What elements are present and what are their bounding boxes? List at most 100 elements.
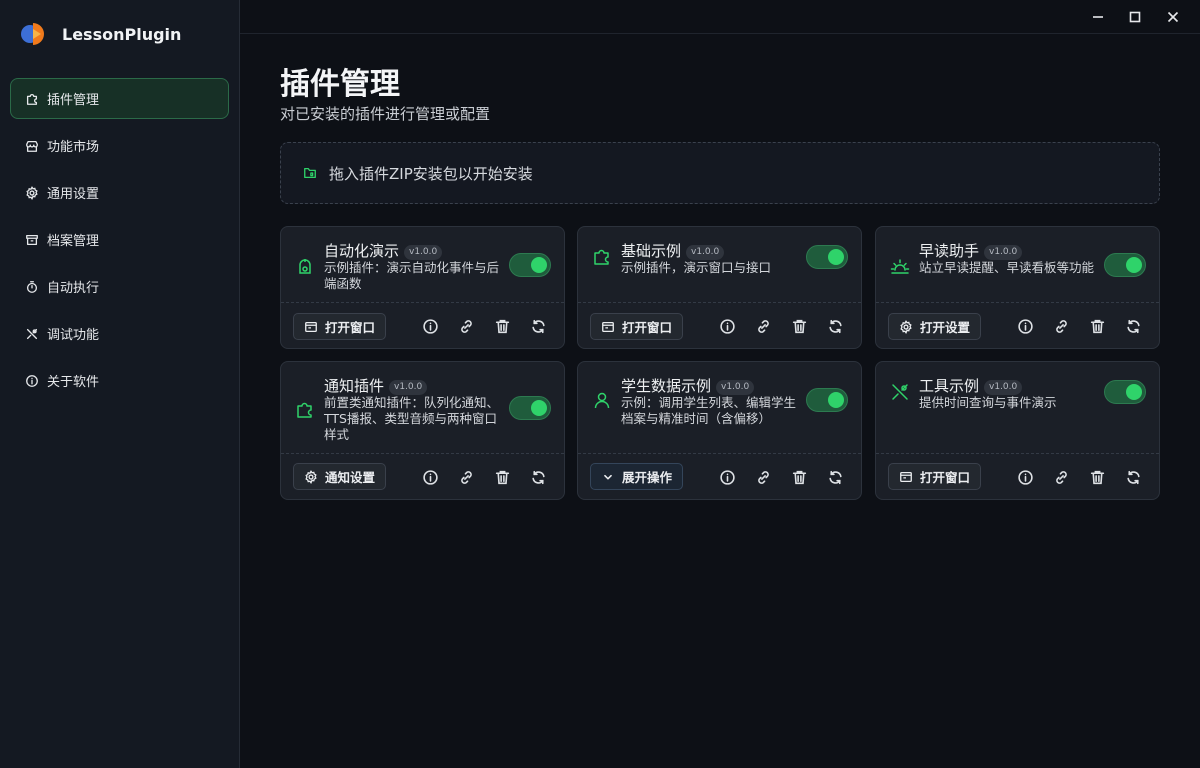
gear-icon	[305, 469, 317, 484]
refresh-icon[interactable]	[826, 317, 844, 335]
plugin-enable-toggle[interactable]	[806, 388, 848, 412]
close-button[interactable]	[1158, 4, 1188, 30]
sidebar-item-settings[interactable]: 通用设置	[10, 172, 229, 213]
trash-icon[interactable]	[493, 468, 511, 486]
open-window-button[interactable]: 打开窗口	[590, 313, 684, 340]
page-title: 插件管理	[280, 67, 400, 102]
page-subtitle: 对已安装的插件进行管理或配置	[280, 105, 491, 123]
minimize-icon	[1093, 16, 1103, 18]
trash-icon[interactable]	[1088, 468, 1106, 486]
sidebar-item-label: 功能市场	[47, 140, 100, 155]
plugin-name: 工具示例	[919, 377, 980, 395]
plugin-description: 提供时间查询与事件演示	[919, 395, 1057, 410]
plugin-name: 自动化演示	[324, 242, 400, 260]
plugin-card: 基础示例 v1.0.0 示例插件，演示窗口与接口 打开窗口	[577, 226, 862, 349]
info-icon	[25, 374, 39, 388]
open-settings-button[interactable]: 打开设置	[888, 313, 982, 340]
open-window-button[interactable]: 打开窗口	[293, 313, 387, 340]
sidebar: LessonPlugin 插件管理 功能市场 通用设置 档案管理 自动执行 调试…	[0, 0, 240, 768]
window-icon	[305, 321, 317, 332]
link-icon[interactable]	[754, 468, 772, 486]
app-logo-icon	[20, 21, 48, 47]
plugin-description: 站立早读提醒、早读看板等功能	[919, 260, 1095, 275]
sidebar-item-label: 调试功能	[47, 328, 100, 343]
sidebar-item-debug[interactable]: 调试功能	[10, 313, 229, 354]
window-icon	[900, 471, 912, 482]
plugin-card: 工具示例 v1.0.0 提供时间查询与事件演示 打开窗口	[875, 361, 1160, 500]
version-badge: v1.0.0	[716, 380, 755, 395]
gear-icon	[25, 185, 39, 200]
plugin-card: 学生数据示例 v1.0.0 示例：调用学生列表、编辑学生档案与精准时间（含偏移） …	[577, 361, 862, 500]
info-icon[interactable]	[1016, 317, 1034, 335]
maximize-button[interactable]	[1120, 4, 1150, 30]
sidebar-item-label: 档案管理	[47, 234, 100, 249]
plugin-name: 学生数据示例	[621, 377, 712, 395]
plugin-enable-toggle[interactable]	[509, 396, 551, 420]
info-icon[interactable]	[421, 468, 439, 486]
plugin-card: 早读助手 v1.0.0 站立早读提醒、早读看板等功能 打开设置	[875, 226, 1160, 349]
link-icon[interactable]	[1052, 468, 1070, 486]
dropzone-text: 拖入插件ZIP安装包以开始安装	[329, 164, 533, 183]
expand-actions-button[interactable]: 展开操作	[590, 463, 684, 490]
plugin-enable-toggle[interactable]	[806, 245, 848, 269]
minimize-button[interactable]	[1083, 4, 1113, 30]
version-badge: v1.0.0	[686, 245, 725, 260]
refresh-icon[interactable]	[826, 468, 844, 486]
plugin-enable-toggle[interactable]	[1104, 380, 1146, 404]
user-icon	[592, 390, 612, 410]
folder-zip-icon	[304, 167, 316, 179]
info-icon[interactable]	[1016, 468, 1034, 486]
brand: LessonPlugin	[20, 21, 181, 47]
link-icon[interactable]	[1052, 317, 1070, 335]
trash-icon[interactable]	[1088, 317, 1106, 335]
sidebar-item-about[interactable]: 关于软件	[10, 360, 229, 401]
plugin-enable-toggle[interactable]	[1104, 253, 1146, 277]
plugin-card: 通知插件 v1.0.0 前置类通知插件：队列化通知、TTS播报、类型音频与两种窗口…	[280, 361, 565, 500]
sidebar-item-automation[interactable]: 自动执行	[10, 266, 229, 307]
trash-icon[interactable]	[790, 317, 808, 335]
plugin-card: 自动化演示 v1.0.0 示例插件：演示自动化事件与后端函数 打开窗口	[280, 226, 565, 349]
sidebar-item-label: 自动执行	[47, 281, 100, 296]
trash-icon[interactable]	[493, 317, 511, 335]
refresh-icon[interactable]	[1124, 468, 1142, 486]
link-icon[interactable]	[457, 317, 475, 335]
info-icon[interactable]	[718, 317, 736, 335]
window-icon	[602, 321, 614, 332]
refresh-icon[interactable]	[1124, 317, 1142, 335]
plugin-enable-toggle[interactable]	[509, 253, 551, 277]
plugin-name: 通知插件	[324, 377, 385, 395]
plugin-name: 早读助手	[919, 242, 980, 260]
info-icon[interactable]	[421, 317, 439, 335]
sidebar-item-label: 关于软件	[47, 375, 100, 390]
sidebar-item-market[interactable]: 功能市场	[10, 125, 229, 166]
puzzle-icon	[25, 92, 39, 106]
tools-icon	[890, 382, 910, 402]
link-icon[interactable]	[754, 317, 772, 335]
puzzle-icon	[295, 400, 315, 420]
link-icon[interactable]	[457, 468, 475, 486]
sidebar-item-label: 通用设置	[47, 187, 100, 202]
plugin-description: 示例插件：演示自动化事件与后端函数	[324, 260, 500, 291]
sunrise-icon	[890, 257, 910, 277]
timer-icon	[25, 280, 39, 294]
app-name: LessonPlugin	[62, 24, 182, 44]
sidebar-item-plugins[interactable]: 插件管理	[10, 78, 229, 119]
gear-icon	[900, 319, 912, 334]
refresh-icon[interactable]	[529, 317, 547, 335]
chevron-down-icon	[604, 474, 612, 480]
archive-icon	[25, 233, 39, 247]
trash-icon[interactable]	[790, 468, 808, 486]
store-icon	[25, 139, 39, 153]
plugin-dropzone[interactable]: 拖入插件ZIP安装包以开始安装	[280, 142, 1160, 204]
version-badge: v1.0.0	[404, 245, 443, 260]
sidebar-item-archive[interactable]: 档案管理	[10, 219, 229, 260]
notify-settings-button[interactable]: 通知设置	[293, 463, 387, 490]
open-window-button[interactable]: 打开窗口	[888, 463, 982, 490]
plugin-description: 前置类通知插件：队列化通知、TTS播报、类型音频与两种窗口样式	[324, 395, 500, 442]
sidebar-item-label: 插件管理	[47, 93, 100, 108]
plugin-description: 示例：调用学生列表、编辑学生档案与精准时间（含偏移）	[621, 395, 797, 426]
refresh-icon[interactable]	[529, 468, 547, 486]
info-icon[interactable]	[718, 468, 736, 486]
robot-icon	[295, 257, 315, 277]
version-badge: v1.0.0	[984, 245, 1023, 260]
